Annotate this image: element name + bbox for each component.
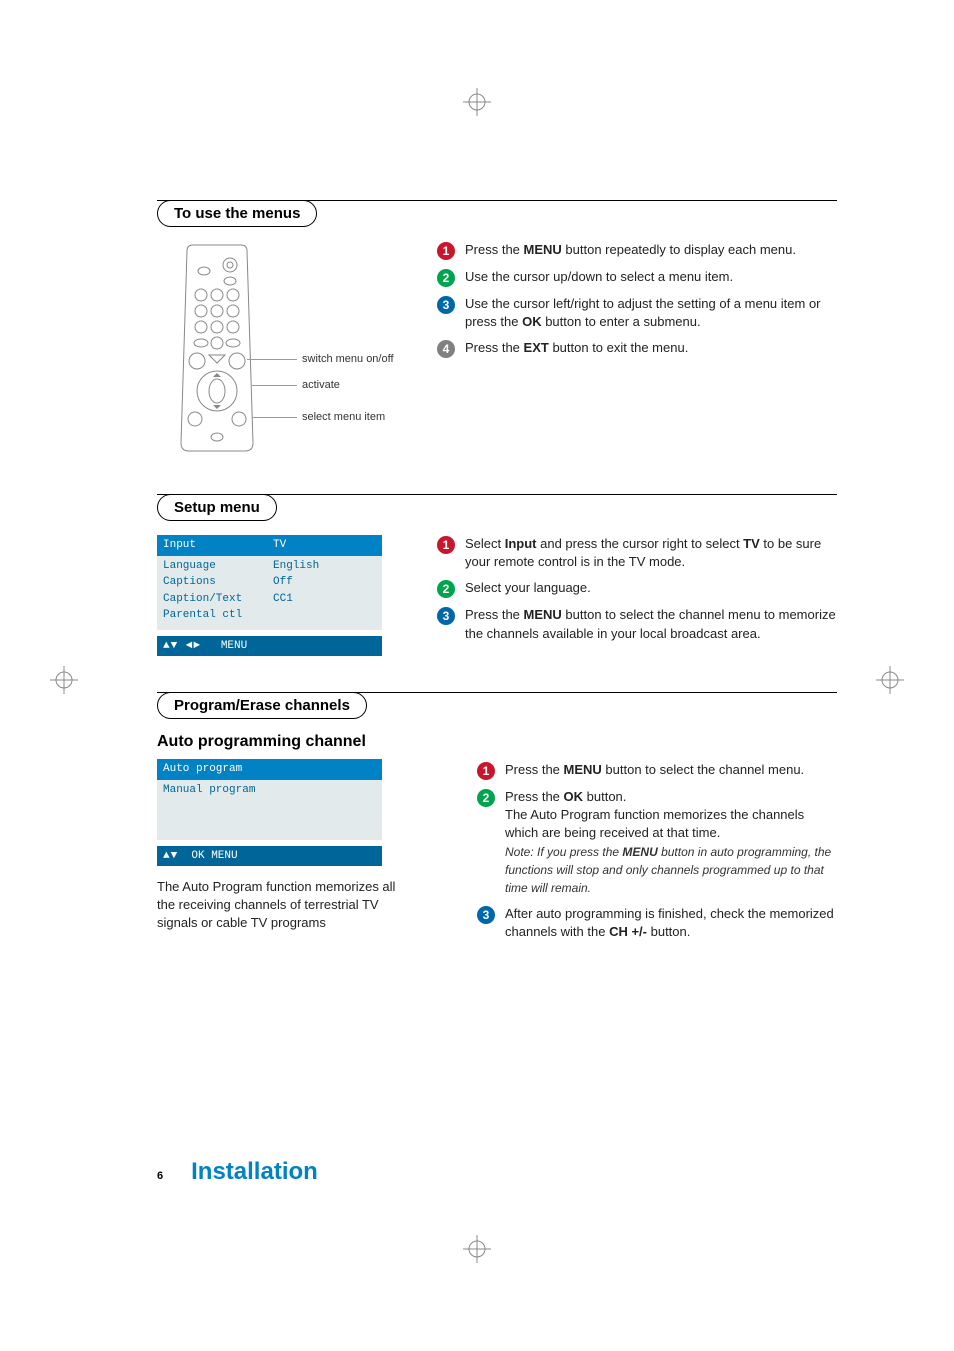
- menu-header-right: TV: [273, 537, 286, 554]
- remote-label-switch: switch menu on/off: [302, 353, 394, 365]
- menu-row-value: English: [273, 558, 319, 575]
- menu-row-value: CC1: [273, 591, 293, 608]
- registration-mark-top: [463, 88, 491, 116]
- step-text: Press the OK button. The Auto Program fu…: [505, 788, 837, 897]
- step-text: Press the MENU button to select the chan…: [505, 761, 804, 779]
- remote-label-select: select menu item: [302, 411, 385, 423]
- menu-row-label: Captions: [163, 574, 273, 591]
- menu-footer-text: OK MENU: [191, 850, 237, 862]
- step-badge-2: 2: [437, 269, 455, 287]
- steps-program-erase: 1 Press the MENU button to select the ch…: [437, 755, 837, 950]
- section-to-use-menus: To use the menus: [157, 200, 837, 458]
- tv-menu-program: Auto program Manual program ▲▼ OK MENU: [157, 759, 382, 866]
- step-text: Select Input and press the cursor right …: [465, 535, 837, 571]
- menu-row-label: Parental ctl: [163, 607, 273, 624]
- step-text: Press the EXT button to exit the menu.: [465, 339, 688, 357]
- step-text: Press the MENU button repeatedly to disp…: [465, 241, 796, 259]
- menu-row-value: Off: [273, 574, 293, 591]
- step-badge-4: 4: [437, 340, 455, 358]
- section-title: Program/Erase channels: [157, 692, 367, 719]
- step-text: Use the cursor left/right to adjust the …: [465, 295, 837, 331]
- remote-diagram: switch menu on/off activate select menu …: [157, 229, 437, 458]
- step-badge-1: 1: [477, 762, 495, 780]
- step-badge-2: 2: [477, 789, 495, 807]
- menu-row-label: Manual program: [163, 782, 273, 799]
- step-text: Use the cursor up/down to select a menu …: [465, 268, 733, 286]
- menu-header-left: Input: [163, 537, 273, 554]
- menu-footer-arrows: ▲▼ ◄►: [163, 640, 201, 652]
- section-program-erase: Program/Erase channels Auto programming …: [157, 692, 837, 950]
- steps-setup-menu: 1 Select Input and press the cursor righ…: [437, 523, 837, 651]
- body-paragraph: The Auto Program function memorizes all …: [157, 878, 402, 933]
- step-badge-3: 3: [477, 906, 495, 924]
- step-text: Press the MENU button to select the chan…: [465, 606, 837, 642]
- steps-to-use-menus: 1 Press the MENU button repeatedly to di…: [437, 229, 837, 366]
- step-badge-1: 1: [437, 242, 455, 260]
- registration-mark-left: [50, 666, 78, 694]
- section-setup-menu: Setup menu Input TV LanguageEnglish Capt…: [157, 494, 837, 656]
- remote-label-activate: activate: [302, 379, 340, 391]
- step-badge-3: 3: [437, 296, 455, 314]
- menu-header-left: Auto program: [163, 761, 273, 778]
- tv-menu-setup: Input TV LanguageEnglish CaptionsOff Cap…: [157, 535, 382, 656]
- menu-footer-text: MENU: [221, 640, 247, 652]
- menu-row-label: Language: [163, 558, 273, 575]
- step-badge-1: 1: [437, 536, 455, 554]
- section-title: Setup menu: [157, 494, 277, 521]
- menu-footer-arrows: ▲▼: [163, 850, 178, 862]
- page-number: 6: [157, 1170, 163, 1182]
- registration-mark-bottom: [463, 1235, 491, 1263]
- step-text: Select your language.: [465, 579, 591, 597]
- page-footer: 6 Installation: [157, 1158, 318, 1186]
- step-badge-3: 3: [437, 607, 455, 625]
- registration-mark-right: [876, 666, 904, 694]
- menu-row-label: Caption/Text: [163, 591, 273, 608]
- footer-title: Installation: [191, 1158, 318, 1186]
- step-text: After auto programming is finished, chec…: [505, 905, 837, 941]
- step-badge-2: 2: [437, 580, 455, 598]
- subsection-title: Auto programming channel: [157, 733, 837, 751]
- section-title: To use the menus: [157, 200, 317, 227]
